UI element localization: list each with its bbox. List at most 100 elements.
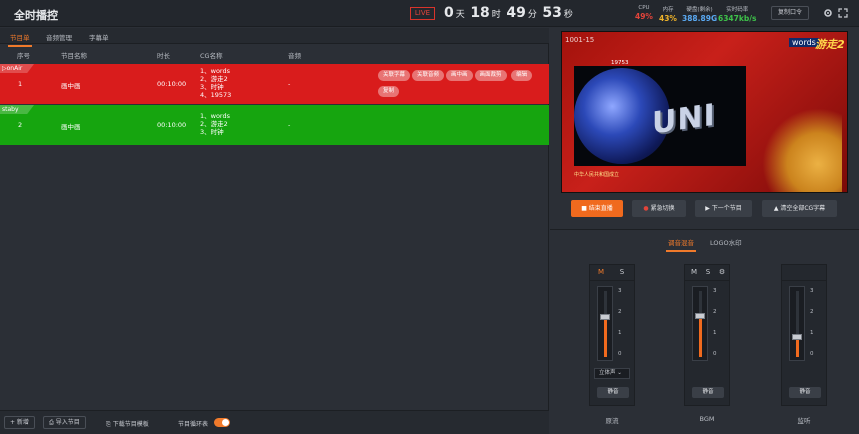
- tab-audio-manage[interactable]: 音频管理: [46, 32, 72, 42]
- channel-select[interactable]: 立体声 ⌄: [594, 368, 630, 379]
- stat-label: 实时码率: [726, 7, 749, 13]
- status-text: onAir: [6, 65, 23, 72]
- fader-knob[interactable]: [600, 314, 610, 320]
- timer-hours: 18: [470, 5, 490, 21]
- fullscreen-icon[interactable]: [838, 8, 848, 18]
- col-cg: CG名称: [200, 52, 223, 60]
- cg-item: 2、游走2: [200, 120, 228, 128]
- tick-label: 0: [713, 351, 717, 357]
- stat-value: 49%: [635, 12, 653, 21]
- loop-toggle[interactable]: [214, 418, 230, 427]
- table-row[interactable]: staby 2 画中画 00:10:00 1、words 2、游走2 3、时钟 …: [0, 105, 549, 145]
- copy-button[interactable]: 复制: [378, 86, 400, 97]
- fader-knob[interactable]: [792, 334, 802, 340]
- tab-subtitle-list[interactable]: 字幕单: [89, 32, 109, 42]
- strip-label-bgm: BGM: [699, 415, 715, 423]
- pip-number: 19753: [611, 60, 629, 66]
- scale-ticks: 3 2 1 0: [810, 288, 814, 372]
- control-panel: 1001-15 words 游走2 19753 UNI 中华人民共和国成立 ■ …: [550, 28, 859, 434]
- fader-track[interactable]: [597, 286, 613, 361]
- download-label: 下载节目模板: [112, 421, 149, 428]
- mute-button[interactable]: 静音: [597, 387, 629, 398]
- link-subtitle-button[interactable]: 关联字幕: [378, 70, 411, 81]
- live-timer: 0天 18 时 49 分 53 秒: [444, 5, 576, 21]
- level-meter: [699, 291, 702, 357]
- tick-label: 0: [810, 351, 814, 357]
- preview-code: 1001-15: [565, 36, 595, 44]
- level-fill: [699, 316, 702, 357]
- fader-knob[interactable]: [695, 313, 705, 319]
- status-text: staby: [2, 106, 19, 113]
- level-fill: [604, 317, 607, 357]
- tick-label: 1: [713, 330, 717, 336]
- level-fill: [796, 337, 799, 357]
- copy-command-button[interactable]: 复制口令: [771, 6, 809, 20]
- gear-icon[interactable]: ⚙: [716, 267, 728, 278]
- mixer-tabs: 调音混音 LOGO水印: [550, 235, 859, 252]
- solo-s-button[interactable]: S: [702, 267, 714, 278]
- tick-label: 3: [713, 288, 717, 294]
- cg-item: 4、19573: [200, 91, 232, 99]
- download-icon: ⎘: [106, 421, 113, 428]
- bottom-toolbar: + 新增 ⎙ 导入节目 ⎘ 下载节目模板 节目循环表: [0, 410, 549, 434]
- camera-icon: ■: [581, 205, 589, 212]
- next-program-button[interactable]: ▶ 下一个节目: [695, 200, 752, 217]
- gear-icon[interactable]: [823, 8, 833, 18]
- solo-s-button[interactable]: S: [616, 267, 628, 278]
- mixer-strip-bgm: M S ⚙ 3 2 1 0 静音: [684, 264, 730, 406]
- tab-logo-watermark[interactable]: LOGO水印: [710, 237, 742, 247]
- alert-icon: ●: [643, 205, 651, 212]
- level-meter: [796, 291, 799, 357]
- channel-select-value: 立体声: [599, 370, 616, 376]
- tab-program-list[interactable]: 节目单: [8, 32, 31, 47]
- mute-m-button[interactable]: M: [595, 267, 607, 278]
- cg-item: 3、时钟: [200, 128, 224, 136]
- mute-m-button[interactable]: M: [688, 267, 700, 278]
- fader-track[interactable]: [789, 286, 805, 361]
- row-audio: -: [288, 121, 291, 129]
- emergency-switch-button[interactable]: ● 紧急切换: [632, 200, 686, 217]
- col-duration: 时长: [157, 52, 170, 60]
- live-preview: 1001-15 words 游走2 19753 UNI 中华人民共和国成立: [561, 31, 848, 193]
- crop-button[interactable]: 画面裁剪: [474, 70, 507, 81]
- clear-cg-button[interactable]: ▲ 清空全部CG字幕: [762, 200, 837, 217]
- link-audio-button[interactable]: 关联音频: [412, 70, 445, 81]
- end-live-button[interactable]: ■ 结束直播: [571, 200, 623, 217]
- row-index: 1: [18, 80, 23, 88]
- row-cg-list: 1、words 2、游走2 3、时钟 4、19573: [200, 67, 231, 99]
- import-program-button[interactable]: ⎙ 导入节目: [43, 416, 86, 429]
- row-duration: 00:10:00: [157, 121, 187, 129]
- mute-button[interactable]: 静音: [692, 387, 724, 398]
- tab-mixer[interactable]: 调音混音: [666, 237, 696, 252]
- strip-divider: [590, 280, 634, 281]
- timer-hours-unit: 时: [491, 10, 501, 20]
- pip-button[interactable]: 画中画: [446, 70, 473, 81]
- live-badge: LIVE: [410, 7, 435, 20]
- table-row[interactable]: ▷onAir 1 画中画 00:10:00 1、words 2、游走2 3、时钟…: [0, 64, 549, 104]
- fader-track[interactable]: [692, 286, 708, 361]
- row-actions: 关联字幕 关联音频 画中画 画面裁剪 编辑复制: [378, 69, 538, 101]
- cg-item: 2、游走2: [200, 75, 228, 83]
- app-title: 全时播控: [14, 9, 58, 22]
- stat-value: 6347kb/s: [718, 14, 757, 23]
- tick-label: 1: [810, 330, 814, 336]
- tick-label: 3: [618, 288, 622, 294]
- stat-disk: 硬盘(剩余) 388.89G: [682, 5, 717, 23]
- end-live-label: 结束直播: [588, 205, 613, 212]
- strip-label-monitor: 监听: [797, 417, 811, 425]
- timer-days-unit: 天: [455, 10, 465, 20]
- tick-label: 2: [713, 309, 717, 315]
- top-bar: 全时播控 LIVE 0天 18 时 49 分 53 秒 CPU 49% 内存 43% …: [0, 0, 859, 27]
- cg-item: 1、words: [200, 67, 230, 75]
- table-header: 序号 节目名称 时长 CG名称 音频: [0, 45, 549, 62]
- mute-button[interactable]: 静音: [789, 387, 821, 398]
- edit-button[interactable]: 编辑: [511, 70, 533, 81]
- stat-label: 内存: [662, 7, 674, 13]
- stat-bitrate: 实时码率 6347kb/s: [718, 5, 756, 23]
- left-tabs: 节目单 音频管理 字幕单: [0, 28, 549, 47]
- row-audio: -: [288, 80, 291, 88]
- stat-label: CPU: [638, 5, 650, 11]
- download-template-link[interactable]: ⎘ 下载节目模板: [106, 419, 149, 429]
- tick-label: 1: [618, 330, 622, 336]
- add-program-button[interactable]: + 新增: [4, 416, 35, 429]
